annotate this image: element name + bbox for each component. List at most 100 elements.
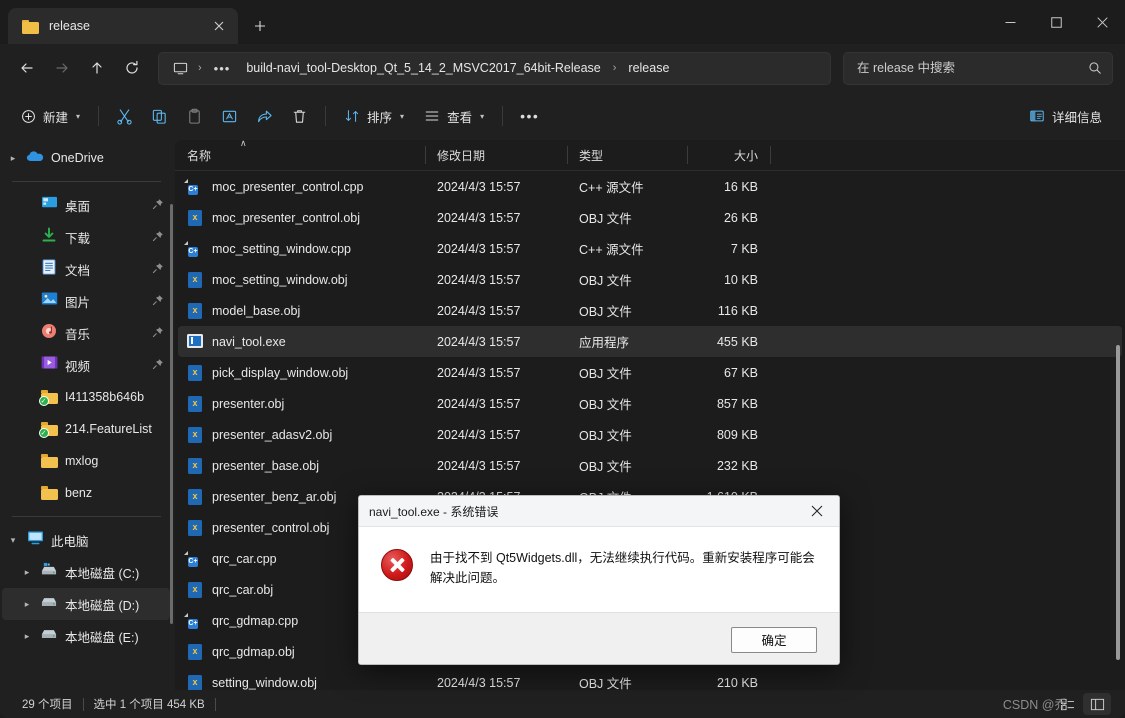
sidebar-item-mxlog[interactable]: ▸ mxlog [2,445,170,477]
chevron-down-icon[interactable]: ▾ [2,535,24,546]
folder-icon [40,454,58,468]
rename-button[interactable] [213,100,246,132]
pin-icon[interactable] [152,262,164,277]
dialog-ok-button[interactable]: 确定 [731,626,817,653]
sidebar-item-[interactable]: ▸ 下载 [2,221,170,253]
sidebar-item-i411358b646b[interactable]: ▸✓ I411358b646b [2,381,170,413]
minimize-button[interactable] [987,0,1033,44]
sidebar-scrollbar[interactable] [170,204,173,624]
table-row[interactable]: model_base.obj 2024/4/3 15:57 OBJ 文件 116 KB [178,295,1122,326]
paste-button[interactable] [178,100,211,132]
column-header-date[interactable]: 修改日期 [425,140,567,170]
column-header-size-label: 大小 [733,148,758,163]
details-view-icon[interactable] [1083,693,1111,715]
table-row[interactable]: presenter_base.obj 2024/4/3 15:57 OBJ 文件 23… [178,450,1122,481]
file-type-cell: OBJ 文件 [579,398,632,412]
obj-file-icon [187,271,203,288]
sidebar-item-[interactable]: ▸ 视频 [2,349,170,381]
column-header-size[interactable]: 大小 [687,140,770,170]
dialog-close-icon[interactable] [795,496,839,527]
sidebar-item-[interactable]: ▸ 文档 [2,253,170,285]
obj-file-icon [187,302,203,319]
close-button[interactable] [1079,0,1125,44]
cut-button[interactable] [108,100,141,132]
table-row[interactable]: moc_presenter_control.obj 2024/4/3 15:57 O… [178,202,1122,233]
navigation-pane: ▸OneDrive ▸桌面▸下载▸文档▸图片▸音乐▸视频▸✓I411358b646… [0,140,175,690]
table-row[interactable]: navi_tool.exe 2024/4/3 15:57 应用程序 455 KB [178,326,1122,357]
chevron-right-icon[interactable]: ▸ [16,567,38,578]
sidebar-item-[interactable]: ▸ 音乐 [2,317,170,349]
file-size-cell: 16 KB [723,179,758,194]
new-tab-button[interactable] [244,10,276,42]
file-name-label: moc_setting_window.cpp [212,241,351,256]
search-box[interactable] [843,51,1113,85]
status-bar: 29 个项目 选中 1 个项目 454 KB CSDN @乔 [0,690,1125,718]
breadcrumb-item-build[interactable]: build-navi_tool-Desktop_Qt_5_14_2_MSVC20… [239,56,607,81]
tab-close-icon[interactable] [206,13,232,39]
address-bar[interactable]: › ••• build-navi_tool-Desktop_Qt_5_14_2_… [158,51,831,85]
new-button[interactable]: 新建 ▾ [12,100,89,132]
more-options-button[interactable]: ••• [512,100,547,132]
file-size-cell: 809 KB [716,427,758,442]
sidebar-icon-wrap [38,195,60,215]
table-row[interactable]: pick_display_window.obj 2024/4/3 15:57 OBJ… [178,357,1122,388]
copy-button[interactable] [143,100,176,132]
chevron-right-icon[interactable]: ▸ [16,599,38,610]
sidebar-icon-wrap [38,355,60,375]
table-row[interactable]: C+ moc_presenter_control.cpp 2024/4/3 15:5… [178,171,1122,202]
chevron-right-icon[interactable]: ▸ [2,153,24,164]
sidebar-icon-wrap [24,530,46,550]
file-name-label: presenter_control.obj [212,520,330,535]
sidebar-item-c[interactable]: ▸ 本地磁盘 (C:) [2,556,170,588]
list-view-icon[interactable] [1053,693,1081,715]
details-pane-button[interactable]: 详细信息 [1020,100,1111,132]
pin-icon[interactable] [152,358,164,373]
sidebar-item-e[interactable]: ▸ 本地磁盘 (E:) [2,620,170,652]
forward-button[interactable] [45,52,78,85]
file-size-cell: 67 KB [723,365,758,380]
breadcrumb-overflow[interactable]: ••• [207,56,238,81]
sidebar-item-[interactable]: ▸ 桌面 [2,189,170,221]
table-row[interactable]: presenter.obj 2024/4/3 15:57 OBJ 文件 857 KB [178,388,1122,419]
twisty-placeholder: ▸ [16,392,38,403]
table-row[interactable]: presenter_adasv2.obj 2024/4/3 15:57 OBJ 文件… [178,419,1122,450]
breadcrumb-item-release[interactable]: release [621,56,676,81]
sidebar-item-[interactable]: ▾ 此电脑 [2,524,170,556]
file-list-scrollbar[interactable] [1116,345,1120,660]
column-header-type[interactable]: 类型 [567,140,687,170]
view-button[interactable]: 查看 ▾ [415,100,493,132]
file-type-cell: OBJ 文件 [579,460,632,474]
column-headers: ∧ 名称 修改日期 类型 大小 [175,140,1125,171]
pin-icon[interactable] [152,198,164,213]
maximize-button[interactable] [1033,0,1079,44]
column-header-name[interactable]: ∧ 名称 [175,140,425,170]
chevron-right-icon[interactable]: ▸ [16,631,38,642]
search-input[interactable] [857,61,1088,75]
sidebar-icon-wrap: ✓ [38,422,60,438]
sidebar-icon-wrap [38,562,60,582]
pin-icon[interactable] [152,326,164,341]
sidebar-item-[interactable]: ▸ 图片 [2,285,170,317]
file-name-label: qrc_car.cpp [212,551,277,566]
sidebar-item-benz[interactable]: ▸ benz [2,477,170,509]
sort-button-label: 排序 [367,110,393,125]
sidebar-item-onedrive[interactable]: ▸ OneDrive [2,142,170,174]
back-button[interactable] [10,52,43,85]
cpp-file-icon: C+ [188,246,198,257]
table-row[interactable]: C+ moc_setting_window.cpp 2024/4/3 15:57 C+… [178,233,1122,264]
up-button[interactable] [80,52,113,85]
synced-folder-icon: ✓ [38,422,58,438]
sidebar-item-214-featurelist[interactable]: ▸✓ 214.FeatureList [2,413,170,445]
this-pc-icon[interactable] [167,56,193,81]
refresh-button[interactable] [115,52,148,85]
sort-button[interactable]: 排序 ▾ [335,100,413,132]
tab-release[interactable]: release [8,8,238,44]
table-row[interactable]: moc_setting_window.obj 2024/4/3 15:57 OBJ … [178,264,1122,295]
table-row[interactable]: setting_window.obj 2024/4/3 15:57 OBJ 文件 21… [178,667,1122,690]
sidebar-item-d[interactable]: ▸ 本地磁盘 (D:) [2,588,170,620]
share-button[interactable] [248,100,281,132]
pin-icon[interactable] [152,230,164,245]
pin-icon[interactable] [152,294,164,309]
delete-button[interactable] [283,100,316,132]
search-icon[interactable] [1088,61,1102,75]
